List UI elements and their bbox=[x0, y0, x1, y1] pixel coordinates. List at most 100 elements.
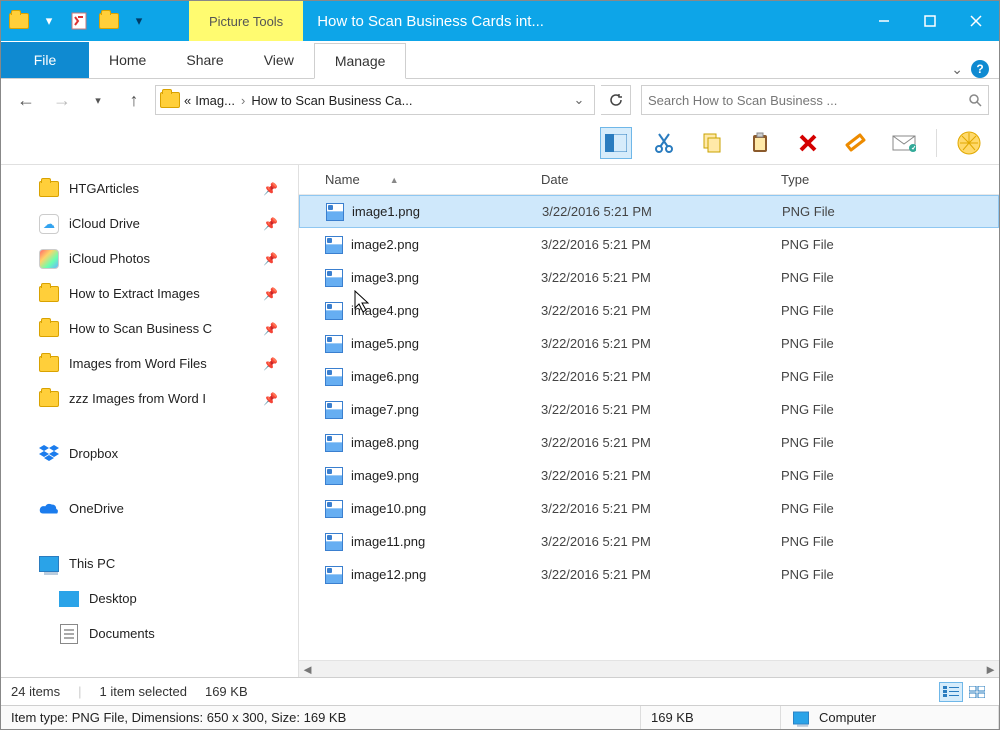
icloud-icon: ☁ bbox=[39, 214, 59, 234]
email-button[interactable] bbox=[888, 127, 920, 159]
qat-folder-button[interactable] bbox=[7, 9, 31, 33]
image-file-icon bbox=[325, 467, 343, 485]
maximize-button[interactable] bbox=[907, 1, 953, 41]
back-button[interactable]: ← bbox=[11, 85, 41, 115]
paste-button[interactable] bbox=[744, 127, 776, 159]
column-header-date[interactable]: Date bbox=[541, 172, 781, 187]
up-button[interactable]: ↑ bbox=[119, 85, 149, 115]
column-header-name[interactable]: Name▲ bbox=[325, 172, 541, 187]
info-bar: Item type: PNG File, Dimensions: 650 x 3… bbox=[1, 705, 999, 729]
file-tab[interactable]: File bbox=[1, 42, 89, 78]
tab-home[interactable]: Home bbox=[89, 42, 166, 78]
details-view-button[interactable] bbox=[939, 682, 963, 702]
pin-icon: 📌 bbox=[263, 217, 278, 231]
info-location: Computer bbox=[781, 706, 999, 729]
refresh-button[interactable] bbox=[601, 85, 631, 115]
table-row[interactable]: image7.png3/22/2016 5:21 PMPNG File bbox=[299, 393, 999, 426]
sidebar-item-pinned[interactable]: Images from Word Files📌 bbox=[1, 346, 298, 381]
sidebar-item-pinned[interactable]: ☁iCloud Drive📌 bbox=[1, 206, 298, 241]
delete-button[interactable] bbox=[792, 127, 824, 159]
quick-access-toolbar: ▾ ▾ bbox=[1, 1, 157, 41]
dropbox-icon bbox=[39, 444, 59, 464]
folder-icon bbox=[39, 321, 59, 337]
file-name: image6.png bbox=[351, 369, 419, 384]
file-type: PNG File bbox=[781, 534, 999, 549]
copy-button[interactable] bbox=[696, 127, 728, 159]
main-area: HTGArticles📌☁iCloud Drive📌iCloud Photos📌… bbox=[1, 165, 999, 677]
file-list[interactable]: image1.png3/22/2016 5:21 PMPNG Fileimage… bbox=[299, 195, 999, 660]
forward-button[interactable]: → bbox=[47, 85, 77, 115]
thumbnails-view-button[interactable] bbox=[965, 682, 989, 702]
table-row[interactable]: image9.png3/22/2016 5:21 PMPNG File bbox=[299, 459, 999, 492]
sidebar-item-desktop[interactable]: Desktop bbox=[1, 581, 298, 616]
sidebar-item-pinned[interactable]: iCloud Photos📌 bbox=[1, 241, 298, 276]
info-size: 169 KB bbox=[641, 706, 781, 729]
folder-icon bbox=[39, 181, 59, 197]
minimize-button[interactable] bbox=[861, 1, 907, 41]
cut-button[interactable] bbox=[648, 127, 680, 159]
table-row[interactable]: image11.png3/22/2016 5:21 PMPNG File bbox=[299, 525, 999, 558]
image-file-icon bbox=[325, 335, 343, 353]
scroll-right-icon[interactable]: ► bbox=[982, 661, 999, 678]
shell-icon[interactable] bbox=[953, 127, 985, 159]
tab-share[interactable]: Share bbox=[166, 42, 243, 78]
qat-overflow[interactable]: ▾ bbox=[127, 9, 151, 33]
file-type: PNG File bbox=[781, 402, 999, 417]
qat-newfolder-button[interactable] bbox=[97, 9, 121, 33]
horizontal-scrollbar[interactable]: ◄ ► bbox=[299, 660, 999, 677]
table-row[interactable]: image3.png3/22/2016 5:21 PMPNG File bbox=[299, 261, 999, 294]
sidebar-item-dropbox[interactable]: Dropbox bbox=[1, 436, 298, 471]
qat-properties-button[interactable] bbox=[67, 9, 91, 33]
table-row[interactable]: image2.png3/22/2016 5:21 PMPNG File bbox=[299, 228, 999, 261]
sort-asc-icon: ▲ bbox=[390, 175, 399, 185]
file-name: image2.png bbox=[351, 237, 419, 252]
preview-pane-toggle[interactable] bbox=[600, 127, 632, 159]
file-type: PNG File bbox=[782, 204, 998, 219]
file-name: image10.png bbox=[351, 501, 426, 516]
sidebar-item-pinned[interactable]: How to Extract Images 📌 bbox=[1, 276, 298, 311]
file-type: PNG File bbox=[781, 237, 999, 252]
status-item-count: 24 items bbox=[11, 684, 60, 699]
sidebar-item-thispc[interactable]: This PC bbox=[1, 546, 298, 581]
qat-dropdown[interactable]: ▾ bbox=[37, 9, 61, 33]
tab-view[interactable]: View bbox=[244, 42, 314, 78]
help-icon[interactable]: ? bbox=[971, 60, 989, 78]
file-name: image7.png bbox=[351, 402, 419, 417]
onedrive-icon bbox=[39, 499, 59, 519]
sidebar-item-pinned[interactable]: zzz Images from Word I📌 bbox=[1, 381, 298, 416]
pin-icon: 📌 bbox=[263, 357, 278, 371]
sidebar-item-onedrive[interactable]: OneDrive bbox=[1, 491, 298, 526]
chevron-right-icon[interactable]: › bbox=[239, 93, 247, 108]
table-row[interactable]: image4.png3/22/2016 5:21 PMPNG File bbox=[299, 294, 999, 327]
pin-icon: 📌 bbox=[263, 287, 278, 301]
tab-manage[interactable]: Manage bbox=[314, 43, 407, 79]
sidebar-item-pinned[interactable]: How to Scan Business C📌 bbox=[1, 311, 298, 346]
scroll-left-icon[interactable]: ◄ bbox=[299, 661, 316, 678]
table-row[interactable]: image1.png3/22/2016 5:21 PMPNG File bbox=[299, 195, 999, 228]
recent-dropdown[interactable]: ▾ bbox=[83, 85, 113, 115]
pin-icon: 📌 bbox=[263, 392, 278, 406]
window-title: How to Scan Business Cards int... bbox=[303, 1, 861, 41]
address-dropdown-icon[interactable]: ⌄ bbox=[568, 86, 590, 114]
ribbon: File Home Share View Manage ⌄ ? bbox=[1, 41, 999, 79]
ribbon-collapse-icon[interactable]: ⌄ bbox=[951, 61, 963, 78]
close-button[interactable] bbox=[953, 1, 999, 41]
file-date: 3/22/2016 5:21 PM bbox=[541, 336, 781, 351]
file-type: PNG File bbox=[781, 303, 999, 318]
file-name: image8.png bbox=[351, 435, 419, 450]
rename-button[interactable] bbox=[840, 127, 872, 159]
column-header-type[interactable]: Type bbox=[781, 172, 999, 187]
table-row[interactable]: image8.png3/22/2016 5:21 PMPNG File bbox=[299, 426, 999, 459]
window-controls bbox=[861, 1, 999, 41]
image-file-icon bbox=[325, 500, 343, 518]
file-name: image5.png bbox=[351, 336, 419, 351]
table-row[interactable]: image6.png3/22/2016 5:21 PMPNG File bbox=[299, 360, 999, 393]
navigation-pane[interactable]: HTGArticles📌☁iCloud Drive📌iCloud Photos📌… bbox=[1, 165, 299, 677]
sidebar-item-pinned[interactable]: HTGArticles📌 bbox=[1, 171, 298, 206]
sidebar-item-documents[interactable]: Documents bbox=[1, 616, 298, 651]
table-row[interactable]: image10.png3/22/2016 5:21 PMPNG File bbox=[299, 492, 999, 525]
search-input[interactable]: Search How to Scan Business ... bbox=[641, 85, 989, 115]
table-row[interactable]: image5.png3/22/2016 5:21 PMPNG File bbox=[299, 327, 999, 360]
address-bar[interactable]: « Imag... › How to Scan Business Ca... ⌄ bbox=[155, 85, 595, 115]
table-row[interactable]: image12.png3/22/2016 5:21 PMPNG File bbox=[299, 558, 999, 591]
